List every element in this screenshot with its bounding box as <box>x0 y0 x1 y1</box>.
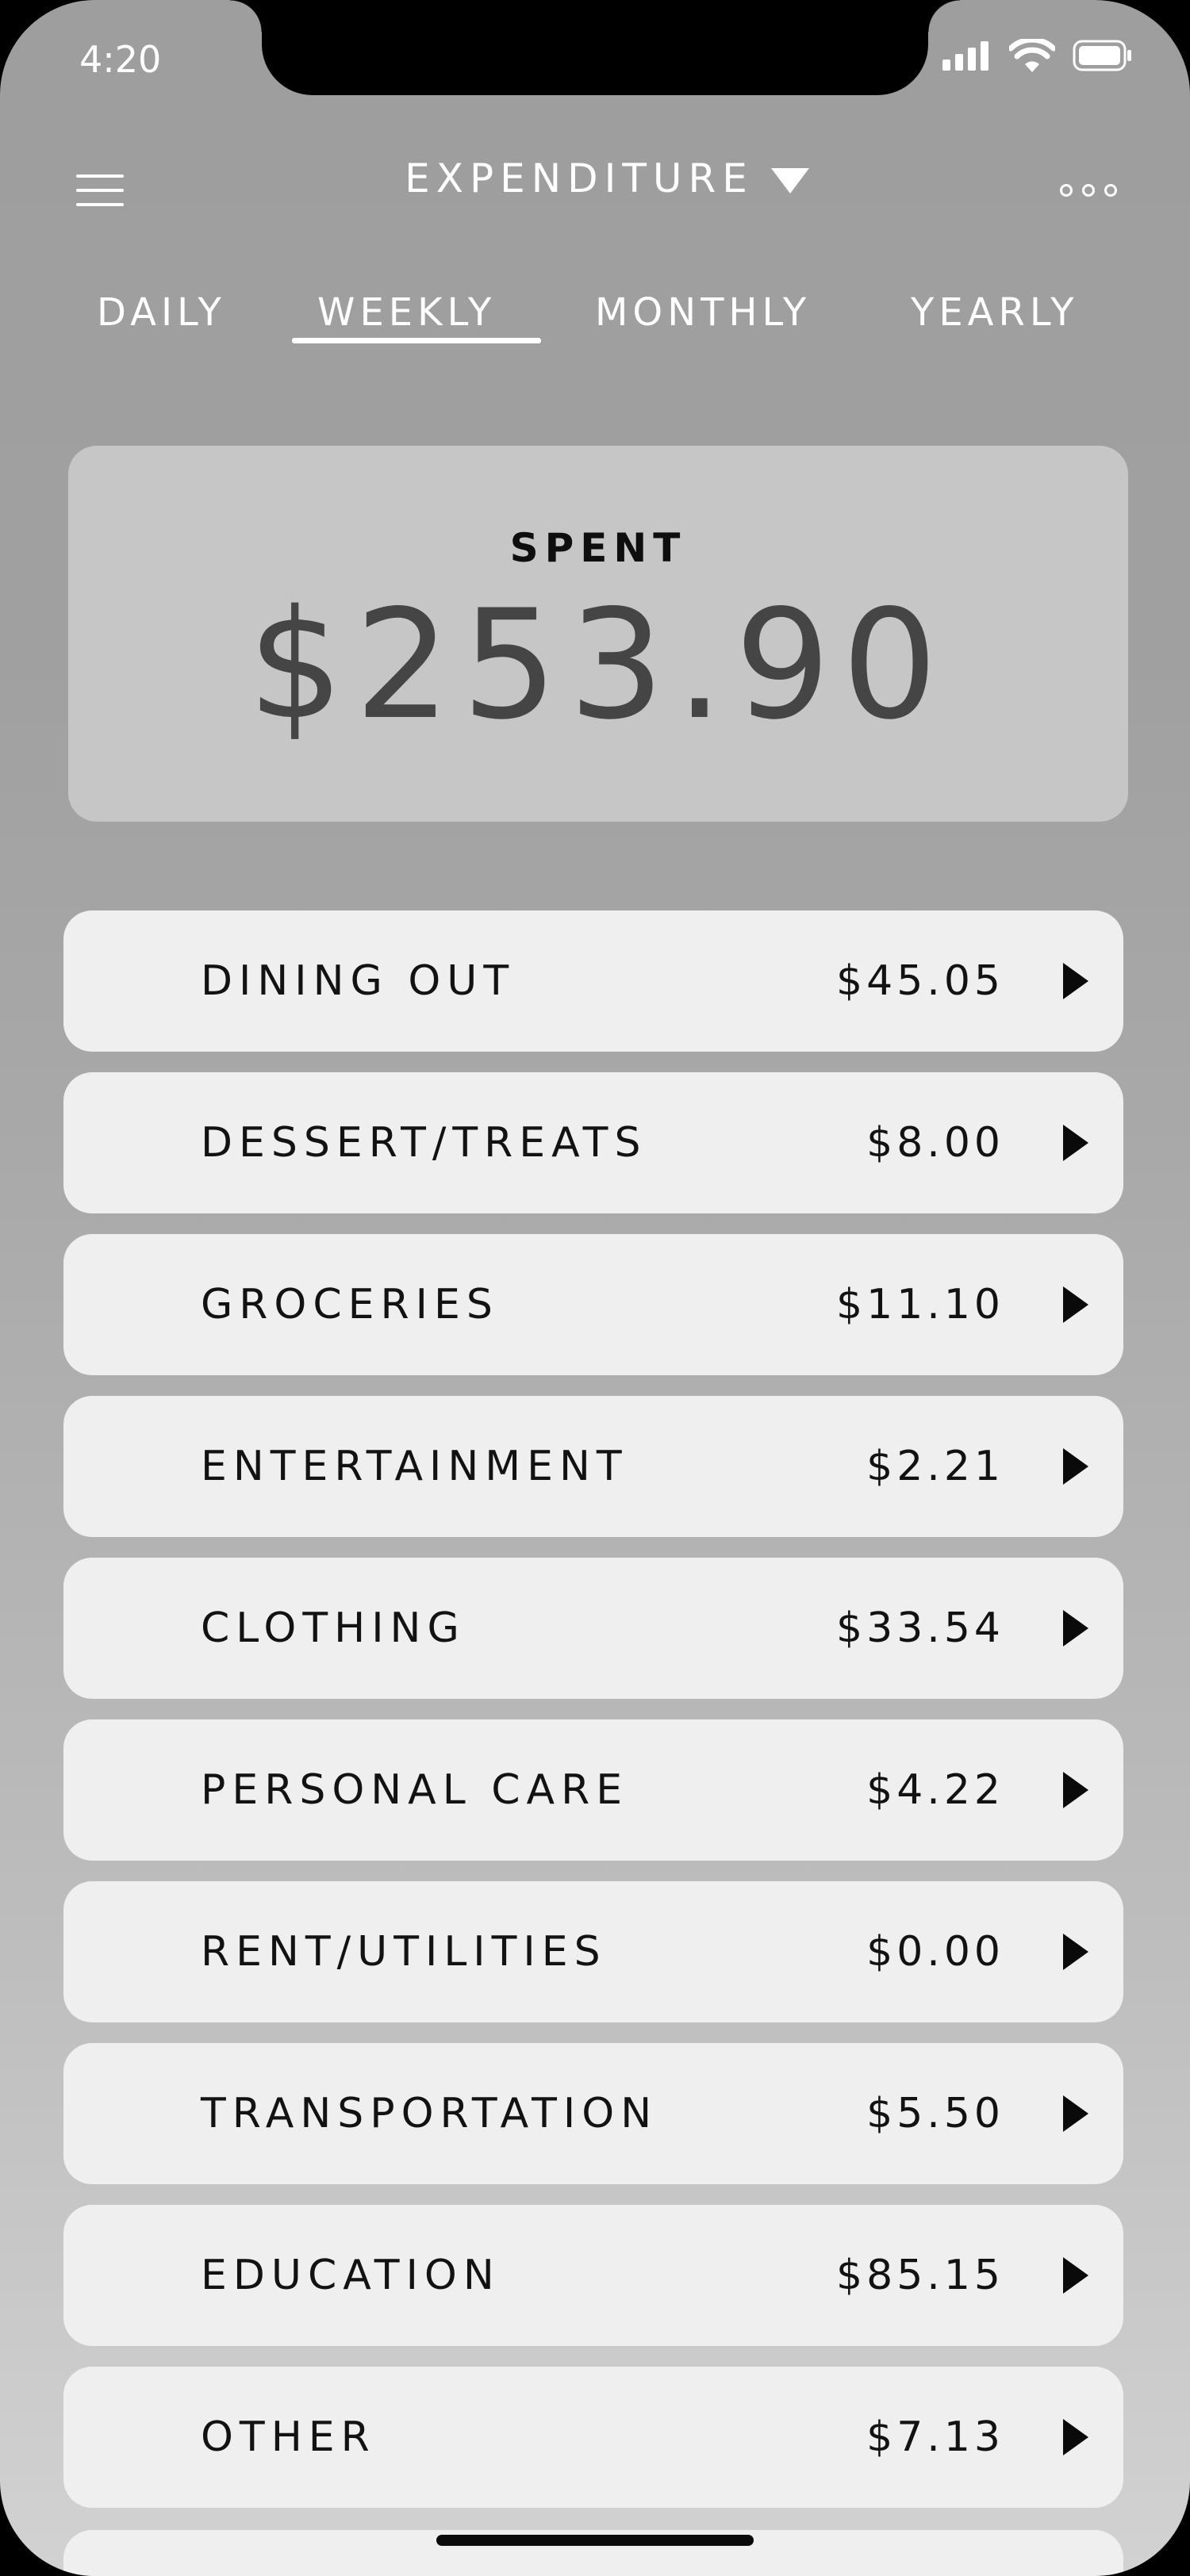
category-row-dessert-treats[interactable]: DESSERT/TREATS $8.00 <box>63 1072 1123 1213</box>
category-row-entertainment[interactable]: ENTERTAINMENT $2.21 <box>63 1396 1123 1537</box>
category-name: OTHER <box>201 2413 376 2461</box>
chevron-right-icon[interactable] <box>1061 1770 1090 1810</box>
category-row-rent-utilities[interactable]: RENT/UTILITIES $0.00 <box>63 1881 1123 2022</box>
category-amount: $5.50 <box>866 2090 1004 2137</box>
chevron-right-icon[interactable] <box>1061 1932 1090 1972</box>
category-name: DESSERT/TREATS <box>201 1119 647 1167</box>
spent-label: SPENT <box>509 525 687 571</box>
category-name: ENTERTAINMENT <box>201 1443 628 1490</box>
active-tab-indicator <box>292 338 541 343</box>
category-name: EDUCATION <box>201 2252 501 2299</box>
tab-yearly[interactable]: YEARLY <box>911 290 1079 335</box>
tab-daily[interactable]: DAILY <box>97 290 226 335</box>
category-name: RENT/UTILITIES <box>201 1928 607 1976</box>
category-name: CLOTHING <box>201 1604 466 1652</box>
phone-screen: 4:20 EXPENDITURE DAILY WEEKLY MONTHLY YE… <box>0 0 1190 2576</box>
spent-summary-card: SPENT $253.90 <box>68 446 1128 822</box>
category-name: GROCERIES <box>201 1281 499 1328</box>
category-row-personal-care[interactable]: PERSONAL CARE $4.22 <box>63 1719 1123 1861</box>
more-options-icon[interactable] <box>1060 181 1117 200</box>
category-amount: $45.05 <box>836 957 1004 1005</box>
category-amount: $8.00 <box>866 1119 1004 1167</box>
category-row-groceries[interactable]: GROCERIES $11.10 <box>63 1234 1123 1375</box>
category-row-other[interactable]: OTHER $7.13 <box>63 2367 1123 2508</box>
tab-weekly[interactable]: WEEKLY <box>317 290 496 335</box>
category-name: DINING OUT <box>201 957 516 1005</box>
category-name: TRANSPORTATION <box>201 2090 658 2137</box>
category-row-clothing[interactable]: CLOTHING $33.54 <box>63 1558 1123 1699</box>
category-row-education[interactable]: EDUCATION $85.15 <box>63 2205 1123 2346</box>
battery-icon <box>1073 40 1131 71</box>
triangle-down-icon[interactable] <box>768 165 812 197</box>
chevron-right-icon[interactable] <box>1061 1285 1090 1324</box>
title-wrapper: EXPENDITURE <box>0 155 1190 201</box>
category-amount: $11.10 <box>836 1281 1004 1328</box>
page-title[interactable]: EXPENDITURE <box>405 155 754 201</box>
category-amount: $85.15 <box>836 2252 1004 2299</box>
home-indicator[interactable] <box>436 2535 754 2546</box>
cellular-signal-icon <box>942 41 988 71</box>
category-amount: $7.13 <box>866 2413 1004 2461</box>
chevron-right-icon[interactable] <box>1061 2417 1090 2457</box>
status-icons <box>942 38 1133 73</box>
category-amount: $2.21 <box>866 1443 1004 1490</box>
category-name: PERSONAL CARE <box>201 1766 629 1814</box>
wifi-icon <box>1009 39 1055 72</box>
chevron-right-icon[interactable] <box>1061 1608 1090 1648</box>
chevron-right-icon[interactable] <box>1061 961 1090 1001</box>
category-amount: $0.00 <box>866 1928 1004 1976</box>
category-row-dining-out[interactable]: DINING OUT $45.05 <box>63 910 1123 1052</box>
chevron-right-icon[interactable] <box>1061 1123 1090 1163</box>
spent-amount: $253.90 <box>248 577 949 753</box>
category-amount: $4.22 <box>866 1766 1004 1814</box>
category-amount: $33.54 <box>836 1604 1004 1652</box>
status-time: 4:20 <box>79 38 162 81</box>
chevron-right-icon[interactable] <box>1061 1447 1090 1486</box>
tab-monthly[interactable]: MONTHLY <box>595 290 811 335</box>
chevron-right-icon[interactable] <box>1061 2256 1090 2295</box>
device-notch <box>230 0 960 95</box>
category-row-transportation[interactable]: TRANSPORTATION $5.50 <box>63 2043 1123 2184</box>
chevron-right-icon[interactable] <box>1061 2094 1090 2133</box>
